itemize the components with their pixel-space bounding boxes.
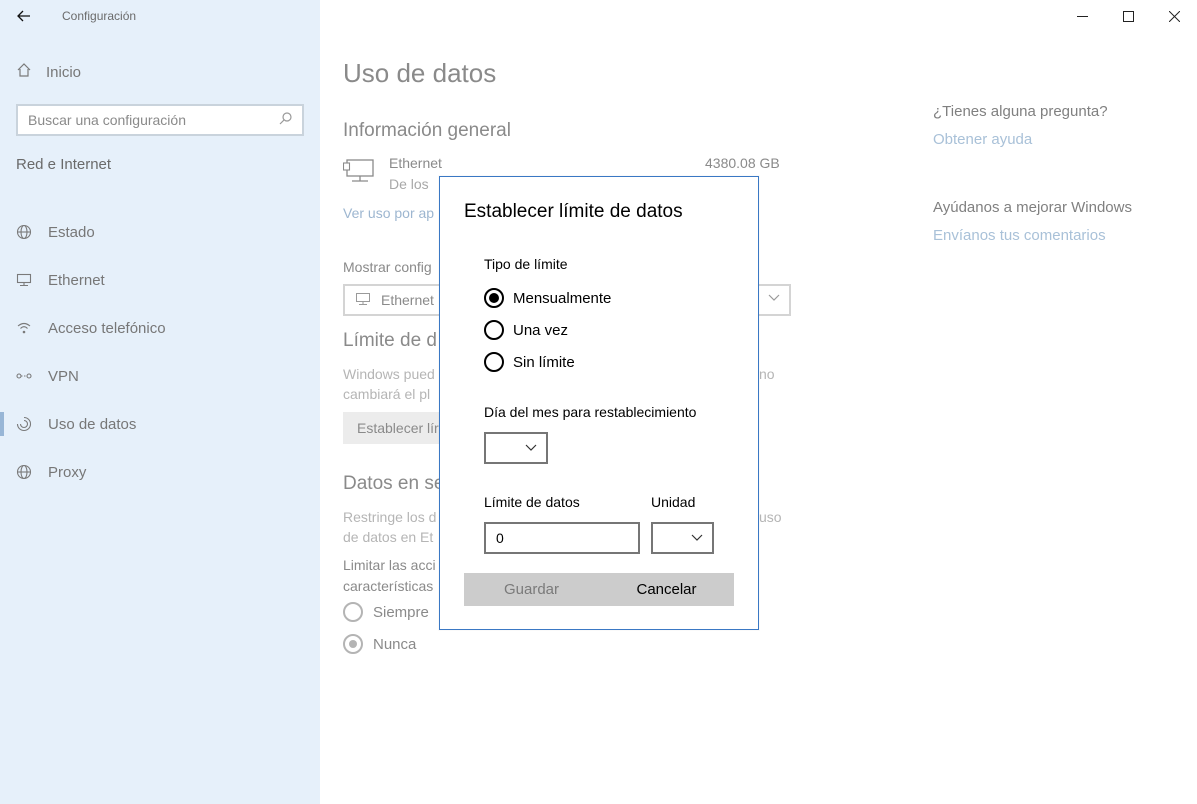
limit-description-line1-end: no <box>759 366 775 382</box>
data-usage-icon <box>16 416 32 432</box>
monitor-icon <box>16 272 32 288</box>
radio-circle[interactable] <box>343 602 363 622</box>
section-title: Red e Internet <box>16 156 112 173</box>
radio-circle-selected[interactable] <box>343 634 363 654</box>
radio-always-label: Siempre <box>373 603 429 621</box>
sidebar-item-vpn[interactable]: VPN <box>0 352 320 400</box>
set-data-limit-dialog: Establecer límite de datos Tipo de límit… <box>439 176 759 630</box>
radio-circle[interactable] <box>484 352 504 372</box>
unit-dropdown[interactable] <box>651 522 714 554</box>
limit-description-line1: Windows pued <box>343 366 435 382</box>
dialup-icon <box>16 320 32 336</box>
monitor-icon <box>355 292 371 309</box>
limit-type-label: Tipo de límite <box>484 256 568 272</box>
sidebar-item-uso-de-datos[interactable]: Uso de datos <box>0 400 320 448</box>
sidebar-item-estado[interactable]: Estado <box>0 208 320 256</box>
sidebar-item-label: Ethernet <box>48 271 105 289</box>
sidebar: Configuración Inicio Red e Internet Esta… <box>0 0 320 804</box>
app-title: Configuración <box>62 9 137 23</box>
cancel-button[interactable]: Cancelar <box>599 573 734 606</box>
sidebar-item-label: Uso de datos <box>48 415 137 433</box>
radio-no-limit-label: Sin límite <box>513 353 575 371</box>
data-limit-input[interactable] <box>484 522 640 554</box>
save-button[interactable]: Guardar <box>464 573 599 606</box>
background-description-line2: de datos en Et <box>343 529 434 545</box>
globe-icon <box>16 464 32 480</box>
ethernet-name: Ethernet <box>389 155 442 171</box>
improve-windows-text: Ayúdanos a mejorar Windows <box>933 199 1132 216</box>
home-icon <box>16 62 32 82</box>
page-title: Uso de datos <box>343 58 497 88</box>
show-settings-label: Mostrar config <box>343 259 432 275</box>
get-help-link[interactable]: Obtener ayuda <box>933 131 1032 148</box>
radio-always[interactable]: Siempre <box>343 602 429 622</box>
ethernet-usage-value: 4380.08 GB <box>705 155 780 171</box>
ethernet-subtitle: De los <box>389 176 429 192</box>
sidebar-item-label: Proxy <box>48 463 87 481</box>
ethernet-monitor-icon <box>342 158 377 186</box>
limit-actions-line1: Limitar las acci <box>343 557 436 573</box>
minimize-icon[interactable] <box>1059 0 1105 32</box>
radio-never[interactable]: Nunca <box>343 634 416 654</box>
radio-once[interactable]: Una vez <box>484 320 568 340</box>
radio-monthly[interactable]: Mensualmente <box>484 288 611 308</box>
background-data-heading: Datos en se <box>343 473 445 494</box>
data-limit-heading: Límite de d <box>343 330 437 351</box>
radio-circle-selected[interactable] <box>484 288 504 308</box>
data-limit-label: Límite de datos <box>484 494 580 510</box>
globe-icon <box>16 224 32 240</box>
home-nav-item[interactable]: Inicio <box>16 62 81 82</box>
reset-day-label: Día del mes para restablecimiento <box>484 404 697 420</box>
background-description-line1-end: uso <box>759 509 782 525</box>
sidebar-item-ethernet[interactable]: Ethernet <box>0 256 320 304</box>
background-description-line1: Restringe los d <box>343 509 437 525</box>
radio-monthly-label: Mensualmente <box>513 289 612 307</box>
search-box[interactable] <box>16 104 304 136</box>
close-icon[interactable] <box>1151 0 1197 32</box>
sidebar-item-label: VPN <box>48 367 79 385</box>
unit-label: Unidad <box>651 494 696 510</box>
radio-no-limit[interactable]: Sin límite <box>484 352 575 372</box>
sidebar-item-label: Estado <box>48 223 95 241</box>
window-controls <box>1059 0 1197 32</box>
vpn-icon <box>16 368 32 384</box>
network-select-value: Ethernet <box>381 292 434 308</box>
overview-heading: Información general <box>343 120 511 141</box>
chevron-down-icon <box>690 530 704 547</box>
back-arrow-icon[interactable] <box>10 5 38 27</box>
sidebar-nav: Estado Ethernet Acceso telefónico VPN Us… <box>0 208 320 496</box>
reset-day-dropdown[interactable] <box>484 432 548 464</box>
sidebar-item-proxy[interactable]: Proxy <box>0 448 320 496</box>
radio-never-label: Nunca <box>373 635 417 653</box>
chevron-down-icon <box>767 290 781 307</box>
maximize-icon[interactable] <box>1105 0 1151 32</box>
limit-description-line2: cambiará el pl <box>343 386 431 402</box>
search-input[interactable] <box>28 112 279 128</box>
chevron-down-icon <box>524 440 538 457</box>
search-icon[interactable] <box>279 112 292 128</box>
home-label: Inicio <box>46 63 82 81</box>
radio-circle[interactable] <box>484 320 504 340</box>
dialog-title: Establecer límite de datos <box>464 201 683 222</box>
feedback-link[interactable]: Envíanos tus comentarios <box>933 227 1106 244</box>
question-text: ¿Tienes alguna pregunta? <box>933 103 1108 120</box>
limit-actions-line2: características <box>343 578 434 594</box>
radio-once-label: Una vez <box>513 321 569 339</box>
usage-per-app-link[interactable]: Ver uso por ap <box>343 205 434 221</box>
sidebar-item-acceso-telefonico[interactable]: Acceso telefónico <box>0 304 320 352</box>
sidebar-item-label: Acceso telefónico <box>48 319 166 337</box>
